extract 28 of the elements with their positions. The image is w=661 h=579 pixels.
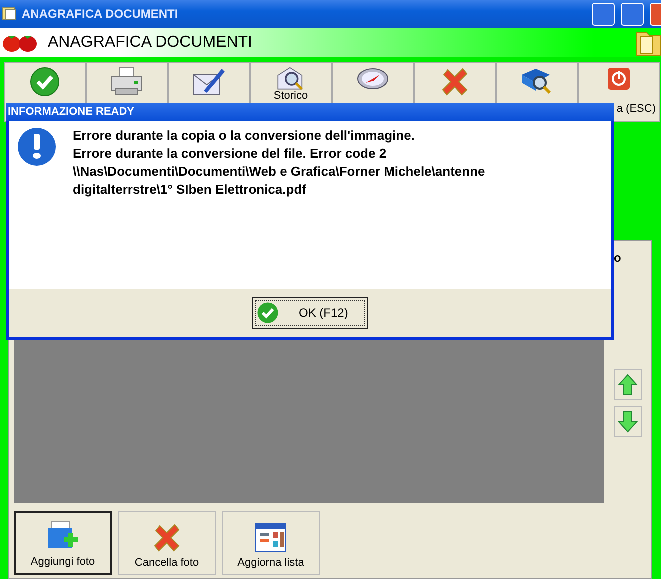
window-list-icon — [255, 523, 287, 553]
checkmark-icon — [30, 67, 60, 97]
arrow-down-icon — [618, 410, 638, 432]
error-message: Errore durante la copia o la conversione dell'immagine. Errore durante la conversione del file. Error code 2 \\Nas\Documenti\Documenti\Web e Grafica\Forner Michele\antenne digitalterrstre\1° SIben Elettronica.pdf — [73, 127, 486, 199]
envelope-magnifier-icon — [276, 67, 306, 91]
compass-icon — [356, 67, 390, 91]
ok-button[interactable]: OK (F12) — [252, 297, 368, 329]
dialog-title: INFORMAZIONE READY — [6, 103, 614, 121]
photo-button[interactable]: Aggiorna lista — [222, 511, 320, 575]
maximize-button[interactable] — [621, 2, 644, 26]
photo-button[interactable]: Cancella foto — [118, 511, 216, 575]
book-magnifier-icon — [520, 67, 554, 97]
page-title: ANAGRAFICA DOCUMENTI — [48, 34, 254, 52]
app-icon — [2, 6, 18, 22]
cross-icon — [152, 523, 182, 553]
minimize-button[interactable] — [592, 2, 615, 26]
photo-button[interactable]: Aggiungi foto — [14, 511, 112, 575]
move-up-button[interactable] — [614, 369, 642, 400]
move-down-button[interactable] — [614, 406, 642, 437]
window-title: ANAGRAFICA DOCUMENTI — [22, 7, 180, 21]
power-icon — [607, 67, 631, 91]
arrow-up-icon — [618, 374, 638, 396]
cross-icon — [440, 67, 470, 97]
exclamation-icon — [17, 127, 57, 167]
envelope-pen-icon — [192, 67, 226, 97]
column-label: o — [614, 251, 622, 265]
printer-icon — [110, 67, 144, 97]
checkmark-icon — [257, 302, 279, 324]
